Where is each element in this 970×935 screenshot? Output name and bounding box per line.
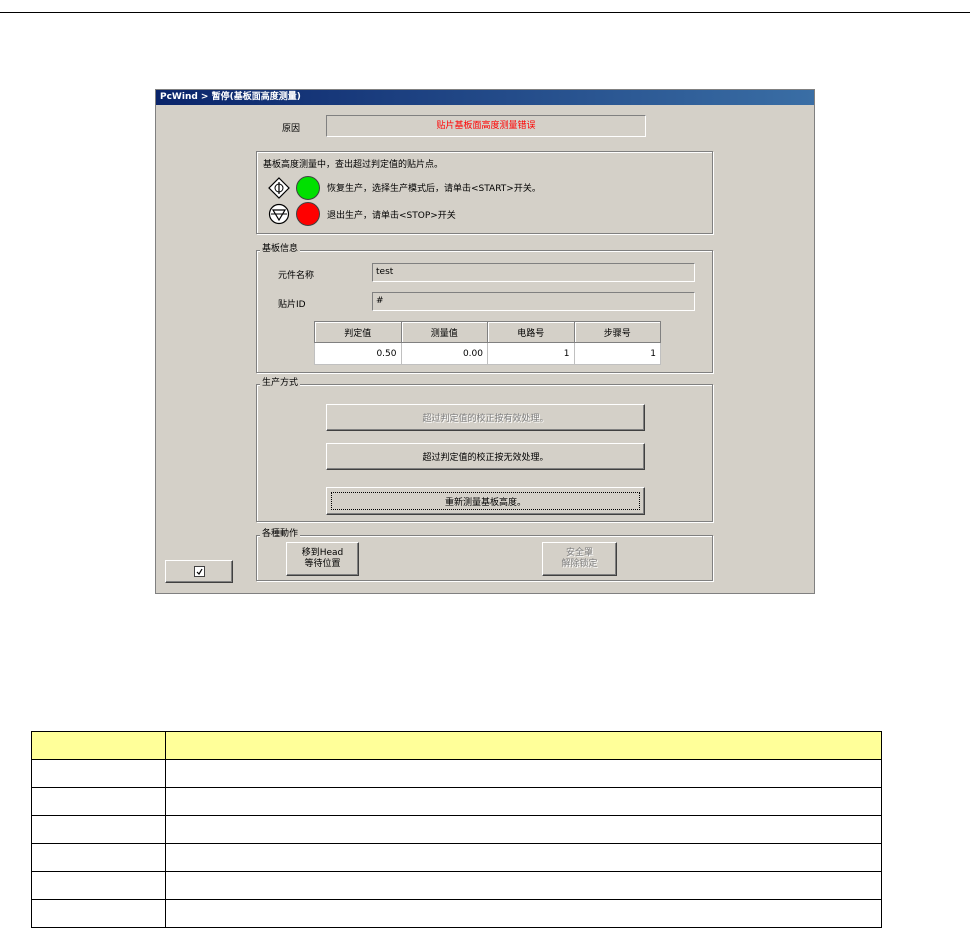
- actions-title: 各種動作: [260, 529, 301, 540]
- header-cell: [165, 731, 882, 760]
- table-cell: [165, 787, 882, 816]
- stop-instruction: 退出生产，请单击<STOP>开关: [327, 211, 456, 221]
- message-text: 基板高度测量中，查出超过判定值的贴片点。: [263, 160, 444, 170]
- check-icon: [193, 566, 205, 577]
- invalid-correction-button[interactable]: 超过判定值的校正按无效处理。: [326, 443, 645, 470]
- window-title: PcWind > 暂停(基板面高度测量): [156, 90, 814, 105]
- table-cell: [31, 787, 166, 816]
- table-cell: [165, 815, 882, 844]
- header-measured-value: 测量值: [400, 321, 488, 343]
- header-circuit-no: 电路号: [487, 321, 575, 343]
- resume-instruction: 恢复生产，选择生产模式后，请单击<START>开关。: [327, 184, 541, 194]
- table-cell: [31, 871, 166, 900]
- header-judgment-value: 判定值: [314, 321, 402, 343]
- production-mode-title: 生产方式: [260, 378, 301, 389]
- component-name-label: 元件名称: [278, 271, 315, 281]
- table-cell: [31, 815, 166, 844]
- remeasure-height-button[interactable]: 重新测量基板高度。: [326, 487, 645, 515]
- table-cell: [31, 843, 166, 872]
- cell-measured-value: 0.00: [400, 342, 488, 365]
- table-cell: [31, 899, 166, 928]
- valid-correction-button[interactable]: 超过判定值的校正按有效处理。: [326, 404, 645, 431]
- table-row: [31, 815, 882, 844]
- table-row: [31, 787, 882, 816]
- start-switch-icon: [268, 177, 290, 199]
- table-row: [31, 899, 882, 928]
- table-cell: [165, 899, 882, 928]
- move-head-button[interactable]: 移到Head 等待位置: [286, 542, 359, 576]
- cell-step-no: 1: [573, 342, 661, 365]
- green-lamp-icon: [296, 176, 320, 200]
- cell-circuit-no: 1: [487, 342, 575, 365]
- pause-dialog: PcWind > 暂停(基板面高度测量) 原因 贴片基板面高度测量错误 基板高度…: [155, 89, 815, 594]
- reason-label: 原因: [282, 124, 301, 134]
- page-top-rule: [0, 12, 970, 13]
- red-lamp-icon: [296, 202, 320, 226]
- board-info-title: 基板信息: [260, 244, 301, 255]
- confirm-button[interactable]: [165, 560, 233, 583]
- description-table: [31, 731, 882, 928]
- table-header-row: [31, 731, 882, 760]
- reason-value: 贴片基板面高度测量错误: [326, 115, 646, 137]
- component-name-field[interactable]: test: [372, 263, 695, 282]
- stop-switch-icon: [268, 203, 290, 225]
- safety-cover-unlock-button[interactable]: 安全罩 解除锁定: [542, 542, 617, 576]
- table-cell: [165, 843, 882, 872]
- table-row: [31, 871, 882, 900]
- table-cell: [165, 759, 882, 788]
- mount-id-field[interactable]: #: [372, 292, 695, 311]
- mount-id-label: 贴片ID: [278, 300, 306, 310]
- header-cell: [31, 731, 166, 760]
- table-row: [31, 759, 882, 788]
- header-step-no: 步骤号: [573, 321, 661, 343]
- table-cell: [165, 871, 882, 900]
- measurement-table: 判定值 测量值 电路号 步骤号 0.50 0.00 1 1: [314, 321, 661, 365]
- cell-judgment-value: 0.50: [314, 342, 402, 365]
- table-cell: [31, 759, 166, 788]
- table-row: [31, 843, 882, 872]
